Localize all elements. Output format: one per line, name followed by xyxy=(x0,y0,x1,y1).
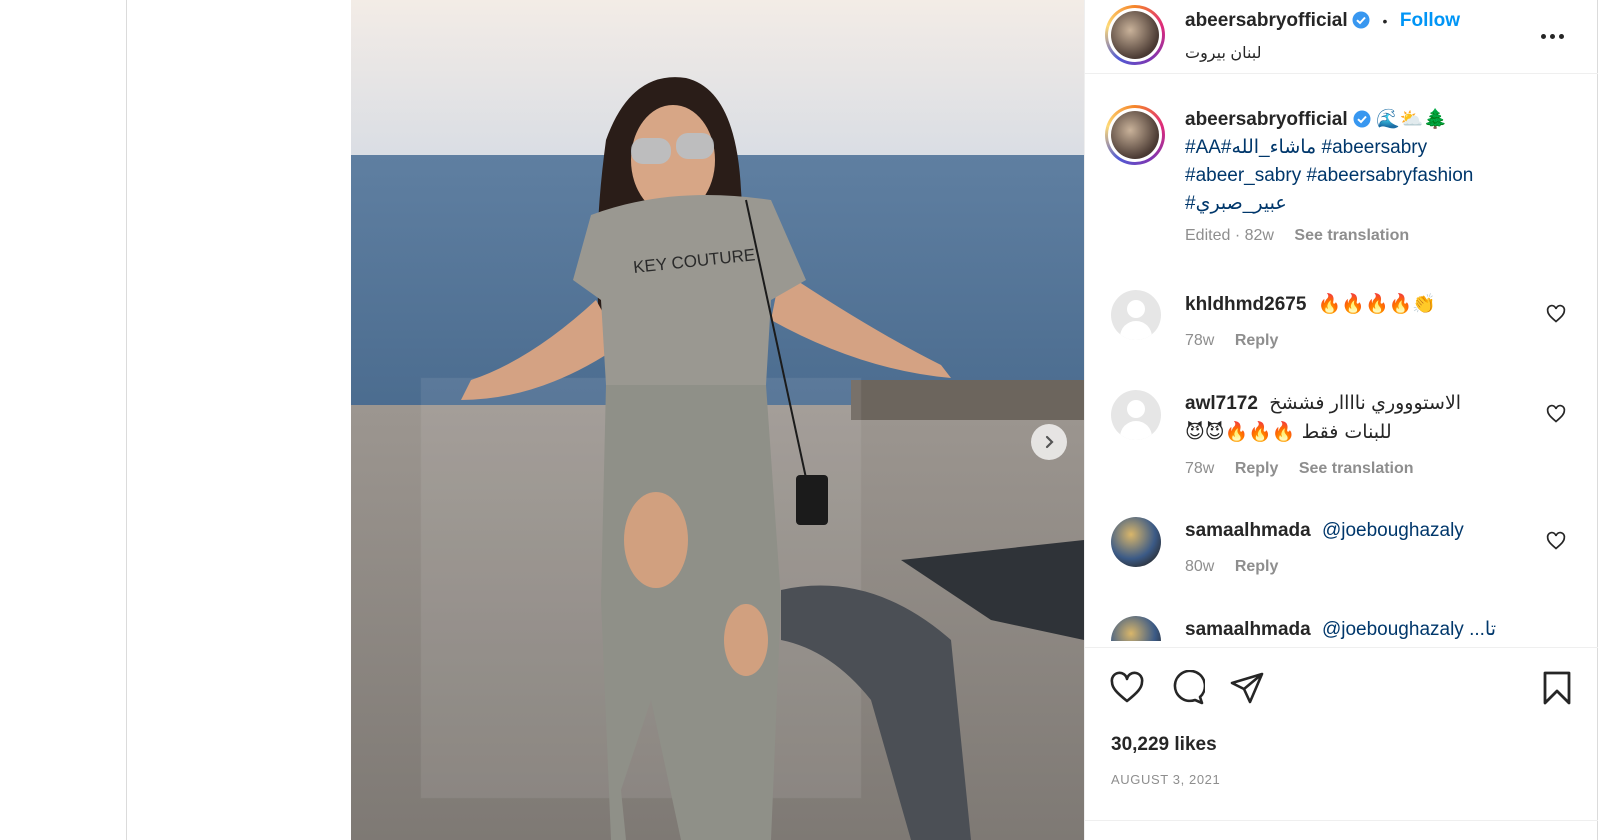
follow-button[interactable]: Follow xyxy=(1400,10,1460,31)
comments-list[interactable]: abeersabryofficial 🌊⛅🌲 #AA#ماشاء_الله #a… xyxy=(1085,75,1598,641)
post-side-panel: abeersabryofficial • Follow لبنان بيروت … xyxy=(1084,0,1598,840)
header-separator: • xyxy=(1382,13,1388,29)
more-icon[interactable] xyxy=(1537,26,1567,46)
hashtag[interactable]: #عبير_صبري xyxy=(1185,193,1287,214)
comment-username[interactable]: samaalhmada xyxy=(1185,619,1311,640)
share-icon[interactable] xyxy=(1229,670,1265,706)
commenter-avatar[interactable] xyxy=(1111,390,1161,440)
author-username[interactable]: abeersabryofficial xyxy=(1185,10,1348,31)
comment-body: khldhmd2675 🔥🔥🔥🔥👏 78w Reply xyxy=(1185,290,1535,355)
caption-text: abeersabryofficial 🌊⛅🌲 #AA#ماشاء_الله #a… xyxy=(1185,105,1515,250)
post-actions: 30,229 likes AUGUST 3, 2021 xyxy=(1085,647,1598,837)
caption-age[interactable]: 82w xyxy=(1245,227,1274,244)
comment-mention[interactable]: @joeboughazaly xyxy=(1322,520,1464,541)
heart-icon[interactable] xyxy=(1109,670,1145,706)
see-translation-link[interactable]: See translation xyxy=(1299,460,1414,477)
comment-like-icon[interactable] xyxy=(1546,531,1566,551)
caption-meta: Edited · 82w See translation xyxy=(1185,227,1410,244)
comment-username[interactable]: khldhmd2675 xyxy=(1185,294,1306,315)
comment-mention[interactable]: @joeboughazaly ...تا xyxy=(1322,619,1496,640)
comment-username[interactable]: samaalhmada xyxy=(1185,520,1311,541)
likes-count[interactable]: 30,229 likes xyxy=(1111,734,1217,756)
left-gutter xyxy=(0,0,127,840)
comment-icon[interactable] xyxy=(1169,670,1205,706)
left-blank-area xyxy=(128,0,351,840)
divider xyxy=(1085,820,1598,821)
hashtag[interactable]: #abeer_sabry xyxy=(1185,165,1301,186)
comment-age[interactable]: 78w xyxy=(1185,332,1214,349)
comment-body: awl7172 الاستوووري ناااار فششخ للبنات فق… xyxy=(1185,390,1535,483)
author-avatar[interactable] xyxy=(1105,5,1165,65)
comment-age[interactable]: 78w xyxy=(1185,460,1214,477)
hashtag[interactable]: #AA#ماشاء_الله xyxy=(1185,137,1316,158)
reply-button[interactable]: Reply xyxy=(1235,460,1279,477)
bookmark-icon[interactable] xyxy=(1539,670,1575,706)
comment-body: samaalhmada @joeboughazaly 80w Reply xyxy=(1185,517,1535,581)
post-photo[interactable]: KEY COUTURE xyxy=(351,0,1084,840)
caption-emojis: 🌊⛅🌲 xyxy=(1376,108,1448,130)
hashtag[interactable]: #abeersabry xyxy=(1322,137,1428,158)
edited-label: Edited xyxy=(1185,227,1231,244)
comment-text: 🔥🔥🔥🔥👏 xyxy=(1317,293,1437,315)
comment-like-icon[interactable] xyxy=(1546,404,1566,424)
commenter-avatar[interactable] xyxy=(1111,290,1161,340)
comment-meta: 78w Reply See translation xyxy=(1185,455,1535,483)
comment-body: samaalhmada @joeboughazaly ...تا xyxy=(1185,616,1535,641)
post-date[interactable]: AUGUST 3, 2021 xyxy=(1111,772,1220,787)
photo-illustration: KEY COUTURE xyxy=(351,0,1084,840)
caption-avatar[interactable] xyxy=(1105,105,1165,165)
reply-button[interactable]: Reply xyxy=(1235,332,1279,349)
hashtag[interactable]: #abeersabryfashion xyxy=(1306,165,1473,186)
comment-username[interactable]: awl7172 xyxy=(1185,393,1258,414)
comment-text-line2: للبنات فقط 🔥🔥🔥😈😈 xyxy=(1185,421,1392,443)
see-translation-link[interactable]: See translation xyxy=(1294,227,1409,244)
chevron-right-icon xyxy=(1045,435,1054,449)
post-header: abeersabryofficial • Follow لبنان بيروت xyxy=(1085,0,1598,74)
verified-icon xyxy=(1352,11,1370,29)
comment-age[interactable]: 80w xyxy=(1185,558,1214,575)
verified-icon xyxy=(1353,110,1371,128)
comment-like-icon[interactable] xyxy=(1546,304,1566,324)
commenter-avatar[interactable] xyxy=(1111,517,1161,567)
comment-meta: 80w Reply xyxy=(1185,553,1535,581)
commenter-avatar[interactable] xyxy=(1111,616,1161,641)
comment-meta: 78w Reply xyxy=(1185,327,1535,355)
post-location[interactable]: لبنان بيروت xyxy=(1185,43,1262,63)
next-photo-button[interactable] xyxy=(1031,424,1067,460)
reply-button[interactable]: Reply xyxy=(1235,558,1279,575)
caption-username[interactable]: abeersabryofficial xyxy=(1185,109,1348,130)
comment-text: الاستوووري ناااار فششخ xyxy=(1269,393,1462,414)
header-user-row: abeersabryofficial • Follow xyxy=(1185,10,1460,32)
